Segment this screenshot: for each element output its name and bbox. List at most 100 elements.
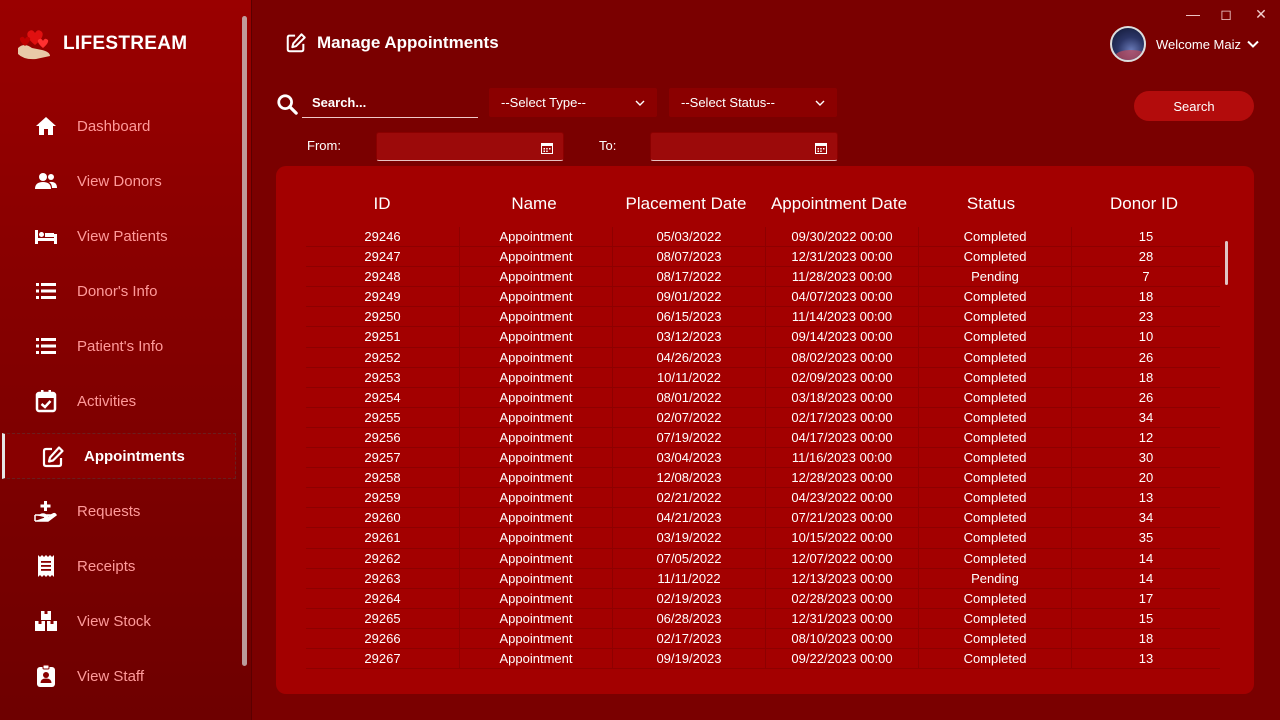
cell-status: Completed <box>918 287 1071 308</box>
table-row[interactable]: 29254 Appointment 08/01/2022 03/18/2023 00:… <box>306 387 1220 408</box>
cell-placement-date: 10/11/2022 <box>612 367 765 388</box>
status-select[interactable]: --Select Status-- <box>668 87 838 118</box>
cell-name: Appointment <box>459 628 612 649</box>
calendar-icon[interactable] <box>815 142 827 154</box>
column-header-name[interactable]: Name <box>511 194 556 214</box>
table-row[interactable]: 29247 Appointment 08/07/2023 12/31/2023 00:… <box>306 247 1220 268</box>
table-row[interactable]: 29249 Appointment 09/01/2022 04/07/2023 00:… <box>306 287 1220 308</box>
cell-appointment-date: 12/31/2023 00:00 <box>765 608 918 629</box>
cell-appointment-date: 07/21/2023 00:00 <box>765 508 918 529</box>
table-header: ID Name Placement Date Appointment Date Stat… <box>276 194 1254 216</box>
sidebar-item-patients-info[interactable]: Patient's Info <box>0 323 236 369</box>
cell-placement-date: 03/19/2022 <box>612 528 765 549</box>
cell-appointment-date: 12/28/2023 00:00 <box>765 468 918 489</box>
sidebar-item-label: Patient's Info <box>77 337 164 355</box>
cell-appointment-date: 09/30/2022 00:00 <box>765 227 918 247</box>
table-row[interactable]: 29246 Appointment 05/03/2022 09/30/2022 00:… <box>306 227 1220 248</box>
table-row[interactable]: 29255 Appointment 02/07/2022 02/17/2023 00:… <box>306 407 1220 428</box>
cell-name: Appointment <box>459 367 612 388</box>
cell-donor-id: 12 <box>1071 427 1220 448</box>
sidebar: LIFESTREAM Dashboard View Donors View Pa… <box>0 0 252 720</box>
cell-status: Completed <box>918 367 1071 388</box>
table-row[interactable]: 29248 Appointment 08/17/2022 11/28/2023 00:… <box>306 267 1220 288</box>
cell-name: Appointment <box>459 568 612 589</box>
search-input[interactable] <box>302 88 478 118</box>
edit-icon <box>286 33 306 53</box>
cell-name: Appointment <box>459 528 612 549</box>
to-date-picker[interactable] <box>650 132 838 161</box>
table-row[interactable]: 29251 Appointment 03/12/2023 09/14/2023 00:… <box>306 327 1220 348</box>
cell-appointment-date: 10/15/2022 00:00 <box>765 528 918 549</box>
sidebar-item-dashboard[interactable]: Dashboard <box>0 103 236 149</box>
column-header-id[interactable]: ID <box>374 194 391 214</box>
table-row[interactable]: 29250 Appointment 06/15/2023 11/14/2023 00:… <box>306 307 1220 328</box>
cell-placement-date: 07/05/2022 <box>612 548 765 569</box>
cell-id: 29246 <box>364 229 401 244</box>
cell-id: 29266 <box>364 630 401 646</box>
table-row[interactable]: 29267 Appointment 09/19/2023 09/22/2023 00:… <box>306 648 1220 670</box>
cell-status: Completed <box>918 247 1071 268</box>
sidebar-item-view-patients[interactable]: View Patients <box>0 213 236 259</box>
table-row[interactable]: 29262 Appointment 07/05/2022 12/07/2022 00:… <box>306 548 1220 569</box>
sidebar-item-label: Dashboard <box>77 117 151 135</box>
table-body[interactable]: 29246 Appointment 05/03/2022 09/30/2022 00:… <box>306 227 1220 675</box>
cell-donor-id: 7 <box>1071 267 1220 288</box>
cell-status: Completed <box>918 588 1071 609</box>
table-row[interactable]: 29260 Appointment 04/21/2023 07/21/2023 00:… <box>306 508 1220 529</box>
cell-donor-id: 34 <box>1071 407 1220 428</box>
minimize-button[interactable]: — <box>1183 6 1203 22</box>
table-row[interactable]: 29263 Appointment 11/11/2022 12/13/2023 00:… <box>306 568 1220 589</box>
cell-name: Appointment <box>459 287 612 308</box>
page-title: Manage Appointments <box>317 33 499 52</box>
sidebar-scrollbar[interactable] <box>242 16 247 666</box>
type-select[interactable]: --Select Type-- <box>488 87 658 118</box>
list-icon <box>36 283 56 299</box>
sidebar-item-label: View Patients <box>77 227 168 245</box>
close-button[interactable]: ✕ <box>1251 6 1271 23</box>
table-row[interactable]: 29264 Appointment 02/19/2023 02/28/2023 00:… <box>306 588 1220 609</box>
search-icon[interactable] <box>276 93 298 115</box>
table-scrollbar[interactable] <box>1225 241 1228 285</box>
cell-name: Appointment <box>459 468 612 489</box>
cell-name: Appointment <box>459 448 612 469</box>
table-row[interactable]: 29253 Appointment 10/11/2022 02/09/2023 00:… <box>306 367 1220 388</box>
sidebar-item-donors-info[interactable]: Donor's Info <box>0 268 236 314</box>
sidebar-item-view-donors[interactable]: View Donors <box>0 158 236 204</box>
cell-status: Completed <box>918 528 1071 549</box>
sidebar-item-requests[interactable]: Requests <box>0 488 236 534</box>
sidebar-item-receipts[interactable]: Receipts <box>0 543 236 589</box>
cell-placement-date: 09/19/2023 <box>612 648 765 669</box>
sidebar-item-view-stock[interactable]: View Stock <box>0 598 236 644</box>
table-row[interactable]: 29257 Appointment 03/04/2023 11/16/2023 00:… <box>306 448 1220 469</box>
cell-donor-id: 13 <box>1071 488 1220 509</box>
cell-donor-id: 13 <box>1071 648 1220 669</box>
search-button[interactable]: Search <box>1134 91 1254 121</box>
cell-id: 29251 <box>364 329 401 345</box>
sidebar-item-view-staff[interactable]: View Staff <box>0 653 236 699</box>
maximize-button[interactable]: ◻ <box>1216 6 1236 23</box>
chevron-down-icon[interactable] <box>1247 38 1259 50</box>
column-header-donor-id[interactable]: Donor ID <box>1110 194 1178 214</box>
cell-placement-date: 08/01/2022 <box>612 387 765 408</box>
cell-donor-id: 15 <box>1071 227 1220 247</box>
column-header-appointment-date[interactable]: Appointment Date <box>771 194 907 214</box>
table-row[interactable]: 29265 Appointment 06/28/2023 12/31/2023 00:… <box>306 608 1220 629</box>
from-date-picker[interactable] <box>376 132 564 161</box>
column-header-status[interactable]: Status <box>967 194 1015 214</box>
user-menu[interactable]: Welcome Maiz <box>1110 26 1259 62</box>
sidebar-item-appointments[interactable]: Appointments <box>2 433 236 479</box>
cell-placement-date: 08/17/2022 <box>612 267 765 288</box>
sidebar-item-activities[interactable]: Activities <box>0 378 236 424</box>
cell-id: 29252 <box>364 349 401 365</box>
table-row[interactable]: 29258 Appointment 12/08/2023 12/28/2023 00:… <box>306 468 1220 489</box>
table-row[interactable]: 29261 Appointment 03/19/2022 10/15/2022 00:… <box>306 528 1220 549</box>
cell-appointment-date: 12/13/2023 00:00 <box>765 568 918 589</box>
table-row[interactable]: 29259 Appointment 02/21/2022 04/23/2022 00:… <box>306 488 1220 509</box>
table-row[interactable]: 29256 Appointment 07/19/2022 04/17/2023 00:… <box>306 427 1220 449</box>
table-row[interactable]: 29252 Appointment 04/26/2023 08/02/2023 00:… <box>306 347 1220 368</box>
table-row[interactable]: 29266 Appointment 02/17/2023 08/10/2023 00:… <box>306 628 1220 649</box>
avatar[interactable] <box>1110 26 1146 62</box>
calendar-icon[interactable] <box>541 142 553 154</box>
appointments-table: ID Name Placement Date Appointment Date Stat… <box>276 166 1254 694</box>
column-header-placement-date[interactable]: Placement Date <box>626 194 747 214</box>
